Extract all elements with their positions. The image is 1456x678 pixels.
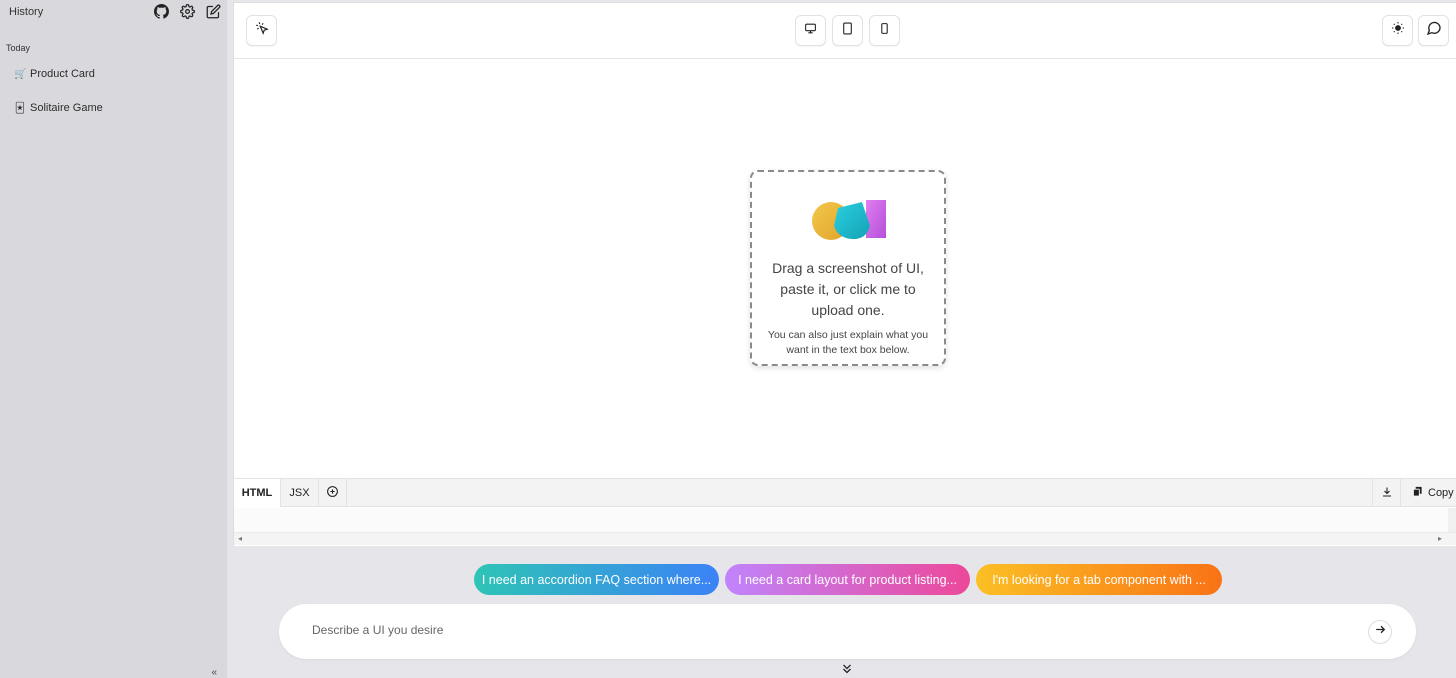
preview-canvas: Drag a screenshot of UI, paste it, or cl… [234, 60, 1456, 478]
arrow-right-icon [1374, 623, 1387, 641]
code-vertical-scrollbar[interactable] [1448, 508, 1456, 532]
prompt-input[interactable] [312, 623, 1312, 637]
desktop-view-button[interactable] [795, 15, 826, 46]
send-button[interactable] [1368, 620, 1392, 644]
github-icon[interactable] [153, 3, 169, 19]
code-horizontal-scrollbar[interactable]: ◂ ▸ [234, 532, 1456, 545]
scroll-right-icon[interactable]: ▸ [1438, 534, 1442, 543]
history-section-label: Today [6, 43, 31, 53]
sidebar-header: History [9, 3, 221, 19]
gear-icon[interactable] [179, 3, 195, 19]
app-logo-icon [812, 200, 886, 240]
prompt-box [279, 604, 1416, 659]
history-sidebar: History Today 🛒 Product Card 🃏 Solitaire… [0, 0, 227, 678]
history-item-label: Solitaire Game [30, 102, 103, 114]
add-tab-button[interactable] [319, 479, 347, 507]
mobile-icon [878, 22, 891, 40]
dropzone-main-text: Drag a screenshot of UI, paste it, or cl… [772, 260, 924, 318]
code-tabs-bar: HTML JSX Copy [234, 478, 1456, 507]
preview-toolbar [234, 3, 1456, 59]
history-item-solitaire-game[interactable]: 🃏 Solitaire Game [14, 102, 103, 114]
collapse-sidebar-icon[interactable]: « [211, 667, 217, 678]
theme-toggle-button[interactable] [1382, 15, 1413, 46]
tab-html[interactable]: HTML [234, 479, 281, 507]
sun-icon [1391, 21, 1405, 40]
history-item-label: Product Card [30, 68, 95, 80]
suggestion-chip[interactable]: I need a card layout for product listing… [725, 564, 970, 595]
tab-jsx[interactable]: JSX [281, 479, 319, 507]
plus-circle-icon [326, 485, 339, 501]
cart-icon: 🛒 [14, 68, 27, 80]
select-element-button[interactable] [246, 15, 277, 46]
mobile-view-button[interactable] [869, 15, 900, 46]
suggestion-chip[interactable]: I need an accordion FAQ section where... [474, 564, 719, 595]
select-element-icon [255, 21, 269, 40]
expand-chevrons-icon[interactable] [840, 662, 854, 676]
preview-panel: Drag a screenshot of UI, paste it, or cl… [233, 2, 1456, 546]
chat-icon [1426, 20, 1442, 41]
upload-dropzone[interactable]: Drag a screenshot of UI, paste it, or cl… [750, 170, 946, 366]
sidebar-icons [153, 3, 221, 19]
download-icon [1381, 486, 1393, 501]
copy-label: Copy [1428, 487, 1454, 499]
chat-button[interactable] [1418, 15, 1449, 46]
copy-button[interactable]: Copy [1400, 479, 1456, 507]
download-button[interactable] [1372, 479, 1400, 507]
tablet-view-button[interactable] [832, 15, 863, 46]
history-item-product-card[interactable]: 🛒 Product Card [14, 68, 95, 80]
code-editor[interactable] [234, 508, 1456, 532]
desktop-icon [804, 22, 817, 40]
copy-icon [1412, 486, 1423, 500]
playing-card-icon: 🃏 [14, 102, 26, 114]
dropzone-sub-text: You can also just explain what you want … [767, 329, 929, 356]
scroll-left-icon[interactable]: ◂ [238, 534, 242, 543]
tablet-icon [841, 22, 854, 40]
suggestion-chip[interactable]: I'm looking for a tab component with ... [976, 564, 1222, 595]
edit-icon[interactable] [205, 3, 221, 19]
